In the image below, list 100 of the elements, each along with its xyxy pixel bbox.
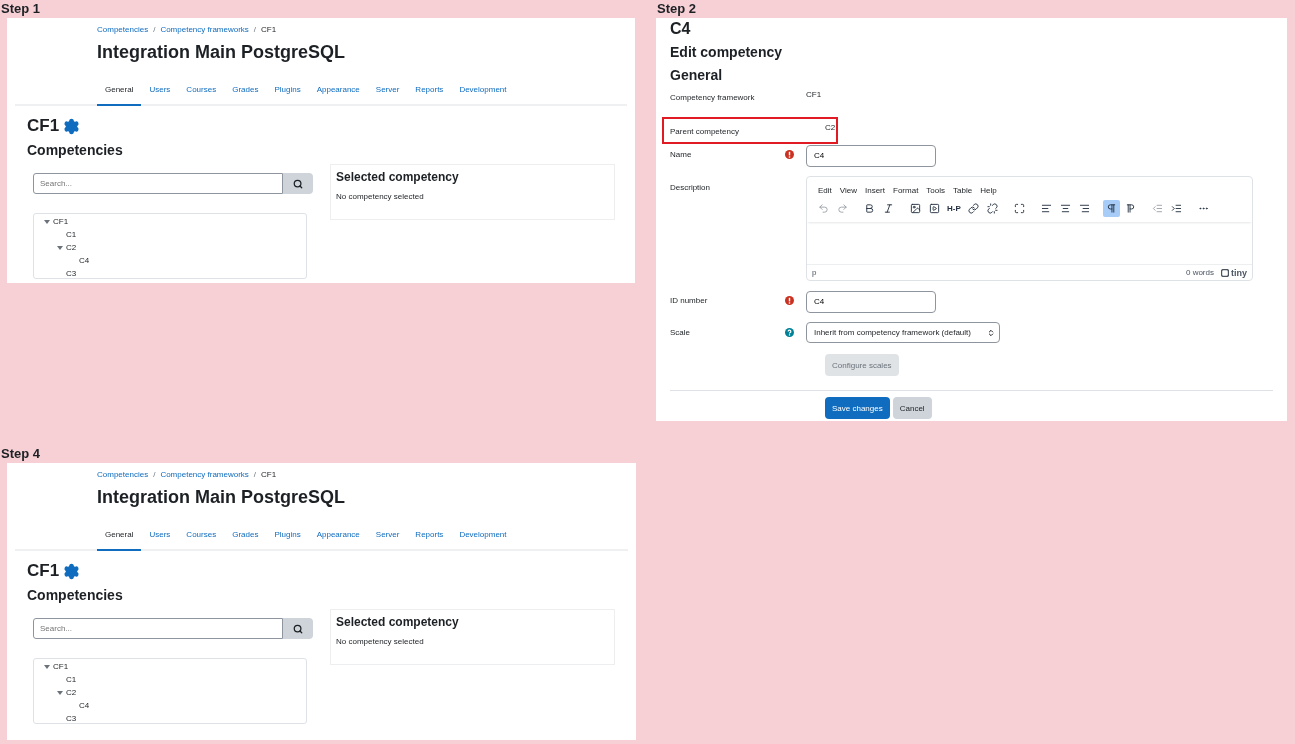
nav-tab[interactable]: General xyxy=(97,74,142,106)
fullscreen-icon xyxy=(1013,203,1025,214)
nav-tab[interactable]: Courses xyxy=(178,519,225,551)
nav-tab[interactable]: Grades xyxy=(224,74,267,106)
undo-icon xyxy=(818,203,829,214)
tree-item[interactable]: CF1 xyxy=(34,215,306,228)
caret-icon[interactable] xyxy=(44,219,50,224)
caret-icon[interactable] xyxy=(57,245,63,250)
align-center-icon xyxy=(1059,203,1071,214)
redo-icon xyxy=(837,203,848,214)
settings-icon[interactable] xyxy=(63,562,81,580)
text-editor[interactable]: Edit View Insert Format Tools Table Help H-P p 0 words tiny xyxy=(806,176,1253,281)
panel-title: Selected competency xyxy=(336,615,460,629)
search-icon xyxy=(293,178,303,189)
caret-icon[interactable] xyxy=(44,664,50,669)
help-icon[interactable] xyxy=(785,328,794,337)
tree-item[interactable]: C3 xyxy=(34,267,306,280)
step-label: Step 2 xyxy=(656,0,697,18)
step-label: Step 4 xyxy=(0,445,41,463)
nav-tab[interactable]: Appearance xyxy=(308,519,368,551)
h5p-button[interactable]: H-P xyxy=(945,200,963,217)
tree-item[interactable]: C1 xyxy=(34,228,306,241)
bold-icon xyxy=(864,203,875,214)
nav-tab[interactable]: Appearance xyxy=(308,74,368,106)
field-label: Parent competency xyxy=(670,127,740,138)
nav-tab[interactable]: Users xyxy=(141,519,179,551)
cancel-button[interactable]: Cancel xyxy=(892,397,932,419)
select-field[interactable]: Inherit from competency framework (default) xyxy=(806,322,1000,343)
tree-item[interactable]: C2 xyxy=(34,686,306,699)
tree-item[interactable]: C3 xyxy=(34,712,306,725)
editor-menu-item[interactable]: Help xyxy=(980,186,997,195)
pilcrow-icon xyxy=(1105,203,1117,214)
tree-item[interactable]: C4 xyxy=(34,254,306,267)
field-label: Name xyxy=(670,150,692,159)
italic-icon xyxy=(883,203,894,214)
text-field[interactable]: C4 xyxy=(806,144,936,167)
tree-item[interactable]: C2 xyxy=(34,241,306,254)
editor-menu-item[interactable]: Table xyxy=(953,186,973,195)
editor-menu-item[interactable]: Format xyxy=(893,186,919,195)
search-button[interactable] xyxy=(283,618,313,639)
save-button[interactable]: Save changes xyxy=(825,397,890,419)
editor-brand: tiny xyxy=(1221,267,1247,278)
breadcrumb-separator: / xyxy=(153,24,156,34)
search-button[interactable] xyxy=(283,173,313,194)
text-field[interactable]: C4 xyxy=(806,290,936,313)
framework-title: CF1 xyxy=(27,561,60,581)
editor-menu-item[interactable]: View xyxy=(839,186,857,195)
required-icon xyxy=(785,150,794,159)
image-icon xyxy=(910,203,921,214)
editor-menu-item[interactable]: Edit xyxy=(818,186,832,195)
step-label: Step 1 xyxy=(0,0,41,18)
breadcrumb-separator: / xyxy=(253,24,257,34)
field-label: Competency framework xyxy=(670,93,755,102)
nav-tab[interactable]: General xyxy=(97,519,142,551)
site-title: Integration Main PostgreSQL xyxy=(96,486,347,509)
search-field[interactable]: Search... xyxy=(33,173,283,194)
tree-item[interactable]: C1 xyxy=(34,673,306,686)
media-icon xyxy=(929,203,940,214)
required-icon xyxy=(785,296,794,305)
caret-icon[interactable] xyxy=(57,690,63,695)
tree-item[interactable]: C4 xyxy=(34,699,306,712)
editor-menu-item[interactable]: Insert xyxy=(865,186,885,195)
breadcrumb-current: CF1 xyxy=(261,24,277,34)
editor-menu-item[interactable]: Tools xyxy=(926,186,946,195)
search-field[interactable]: Search... xyxy=(33,618,283,639)
nav-tab[interactable]: Grades xyxy=(224,519,267,551)
breadcrumb-separator: / xyxy=(153,469,156,479)
align-left-icon xyxy=(1040,203,1052,214)
field-value: CF1 xyxy=(806,90,822,101)
tree-item[interactable]: CF1 xyxy=(34,660,306,673)
toolbar-button[interactable] xyxy=(1102,200,1120,217)
link-icon xyxy=(967,203,979,214)
outdent-icon xyxy=(1151,203,1163,214)
nav-tab[interactable]: Users xyxy=(141,74,179,106)
nav-tab[interactable]: Reports xyxy=(407,74,452,106)
breadcrumb-link[interactable]: Competencies xyxy=(97,24,149,34)
nav-tab[interactable]: Courses xyxy=(178,74,225,106)
section-title: General xyxy=(670,67,724,85)
nav-tab[interactable]: Plugins xyxy=(266,74,309,106)
breadcrumb-link[interactable]: Competencies xyxy=(97,469,149,479)
element-path: p xyxy=(812,268,818,277)
site-title: Integration Main PostgreSQL xyxy=(96,41,347,64)
nav-tab[interactable]: Development xyxy=(451,74,515,106)
framework-title: CF1 xyxy=(27,116,60,136)
field-value: C2 xyxy=(825,123,836,134)
form-title: Edit competency xyxy=(670,44,784,62)
breadcrumb-current: CF1 xyxy=(261,469,277,479)
word-count: 0 words xyxy=(1185,268,1214,277)
breadcrumb-link[interactable]: Competency frameworks xyxy=(160,24,249,34)
caret-icon xyxy=(987,328,995,337)
panel-text: No competency selected xyxy=(336,637,425,646)
nav-tab[interactable]: Server xyxy=(367,74,408,106)
breadcrumb-link[interactable]: Competency frameworks xyxy=(160,469,249,479)
nav-tab[interactable]: Development xyxy=(451,519,515,551)
settings-icon[interactable] xyxy=(63,117,81,135)
nav-tab[interactable]: Reports xyxy=(407,519,452,551)
nav-tab[interactable]: Server xyxy=(367,519,408,551)
nav-tab[interactable]: Plugins xyxy=(266,519,309,551)
search-icon xyxy=(293,623,303,634)
section-title: Competencies xyxy=(26,141,124,158)
